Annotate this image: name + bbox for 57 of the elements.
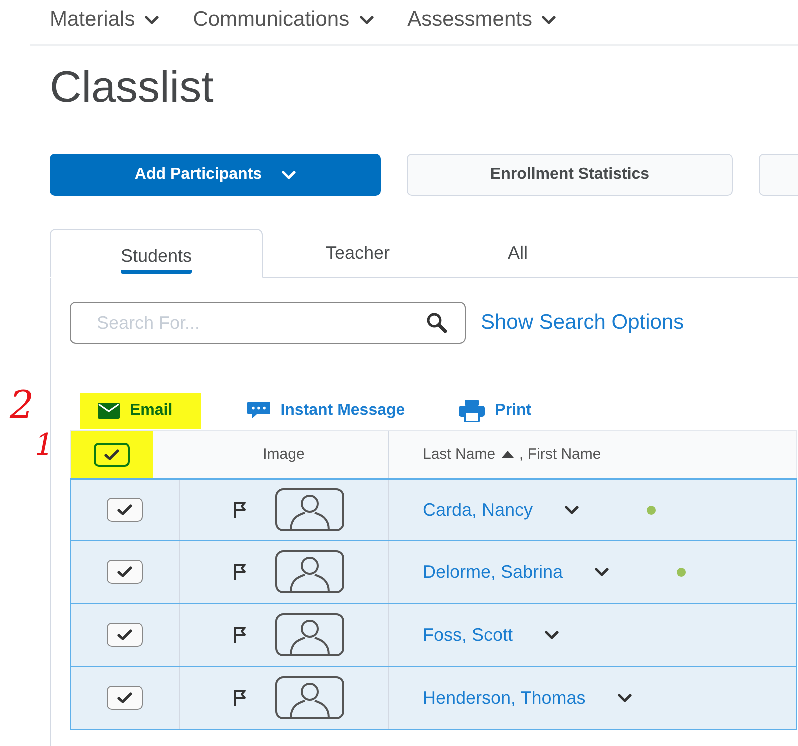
- chevron-icon: [565, 506, 580, 514]
- checkbox[interactable]: [107, 623, 143, 647]
- chevron-icon: [145, 16, 160, 24]
- nav-menu[interactable]: Communications: [193, 4, 374, 36]
- checkmark-icon: [117, 504, 133, 516]
- column-header: Image: [263, 446, 305, 463]
- student-name-link[interactable]: Foss, Scott: [423, 624, 514, 646]
- checkmark-icon: [104, 448, 120, 460]
- toolbar-button[interactable]: Print: [451, 393, 540, 429]
- table-row[interactable]: Delorme, Sabrina: [70, 541, 797, 604]
- flag-icon[interactable]: [233, 689, 247, 707]
- tab[interactable]: All: [453, 229, 583, 277]
- checkbox[interactable]: [107, 686, 143, 710]
- tab[interactable]: Students: [50, 229, 263, 278]
- checkbox[interactable]: [107, 498, 143, 522]
- checkmark-icon: [117, 566, 133, 578]
- search-options-link[interactable]: Show Search Options: [481, 311, 684, 335]
- add-button[interactable]: Add Participants: [50, 154, 381, 196]
- printer-icon: [459, 400, 486, 422]
- handwritten-annotation: 1: [35, 431, 54, 461]
- toolbar-button[interactable]: Email: [80, 393, 201, 429]
- search-icon[interactable]: [426, 312, 448, 334]
- handwritten-annotation: 2: [10, 386, 34, 424]
- sort-link[interactable]: Last Name: [423, 446, 496, 463]
- tab[interactable]: Teacher: [273, 229, 443, 277]
- student-name-link[interactable]: Delorme, Sabrina: [423, 562, 564, 582]
- chevron-icon: [282, 170, 296, 180]
- profile-placeholder-icon: [275, 550, 345, 594]
- student-name-link[interactable]: Carda, Nancy: [423, 500, 534, 520]
- profile-placeholder-icon: [275, 676, 345, 720]
- profile-placeholder-icon: [275, 613, 345, 657]
- toolbar-button[interactable]: Instant Message: [238, 393, 414, 429]
- search-field[interactable]: Search For...: [70, 302, 466, 344]
- chevron-icon: [542, 16, 556, 24]
- flag-icon[interactable]: [233, 626, 247, 644]
- checkmark-icon: [117, 629, 133, 641]
- envelope-icon: [98, 403, 120, 419]
- profile-placeholder-icon: [275, 488, 345, 532]
- action-button[interactable]: Enrollment Statistics: [407, 154, 733, 196]
- column-header: , First Name: [520, 446, 602, 463]
- chevron-icon: [595, 568, 610, 576]
- nav-menu[interactable]: Assessments: [408, 4, 556, 36]
- checkbox[interactable]: [107, 560, 143, 584]
- page-title: Classlist: [50, 64, 215, 112]
- flag-icon[interactable]: [233, 501, 247, 519]
- chevron-icon: [360, 16, 374, 24]
- table-row[interactable]: Carda, Nancy: [70, 478, 797, 541]
- nav-menu[interactable]: Materials: [50, 4, 160, 36]
- chat-bubble-icon: [246, 401, 271, 421]
- chevron-icon: [618, 694, 632, 702]
- checkbox[interactable]: [94, 442, 130, 466]
- table-row[interactable]: Henderson, Thomas: [70, 667, 797, 730]
- table-row[interactable]: Foss, Scott: [70, 604, 797, 667]
- checkmark-icon: [117, 692, 133, 704]
- student-name-link[interactable]: Henderson, Thomas: [423, 688, 586, 708]
- chevron-icon: [545, 630, 560, 640]
- flag-icon[interactable]: [233, 563, 247, 581]
